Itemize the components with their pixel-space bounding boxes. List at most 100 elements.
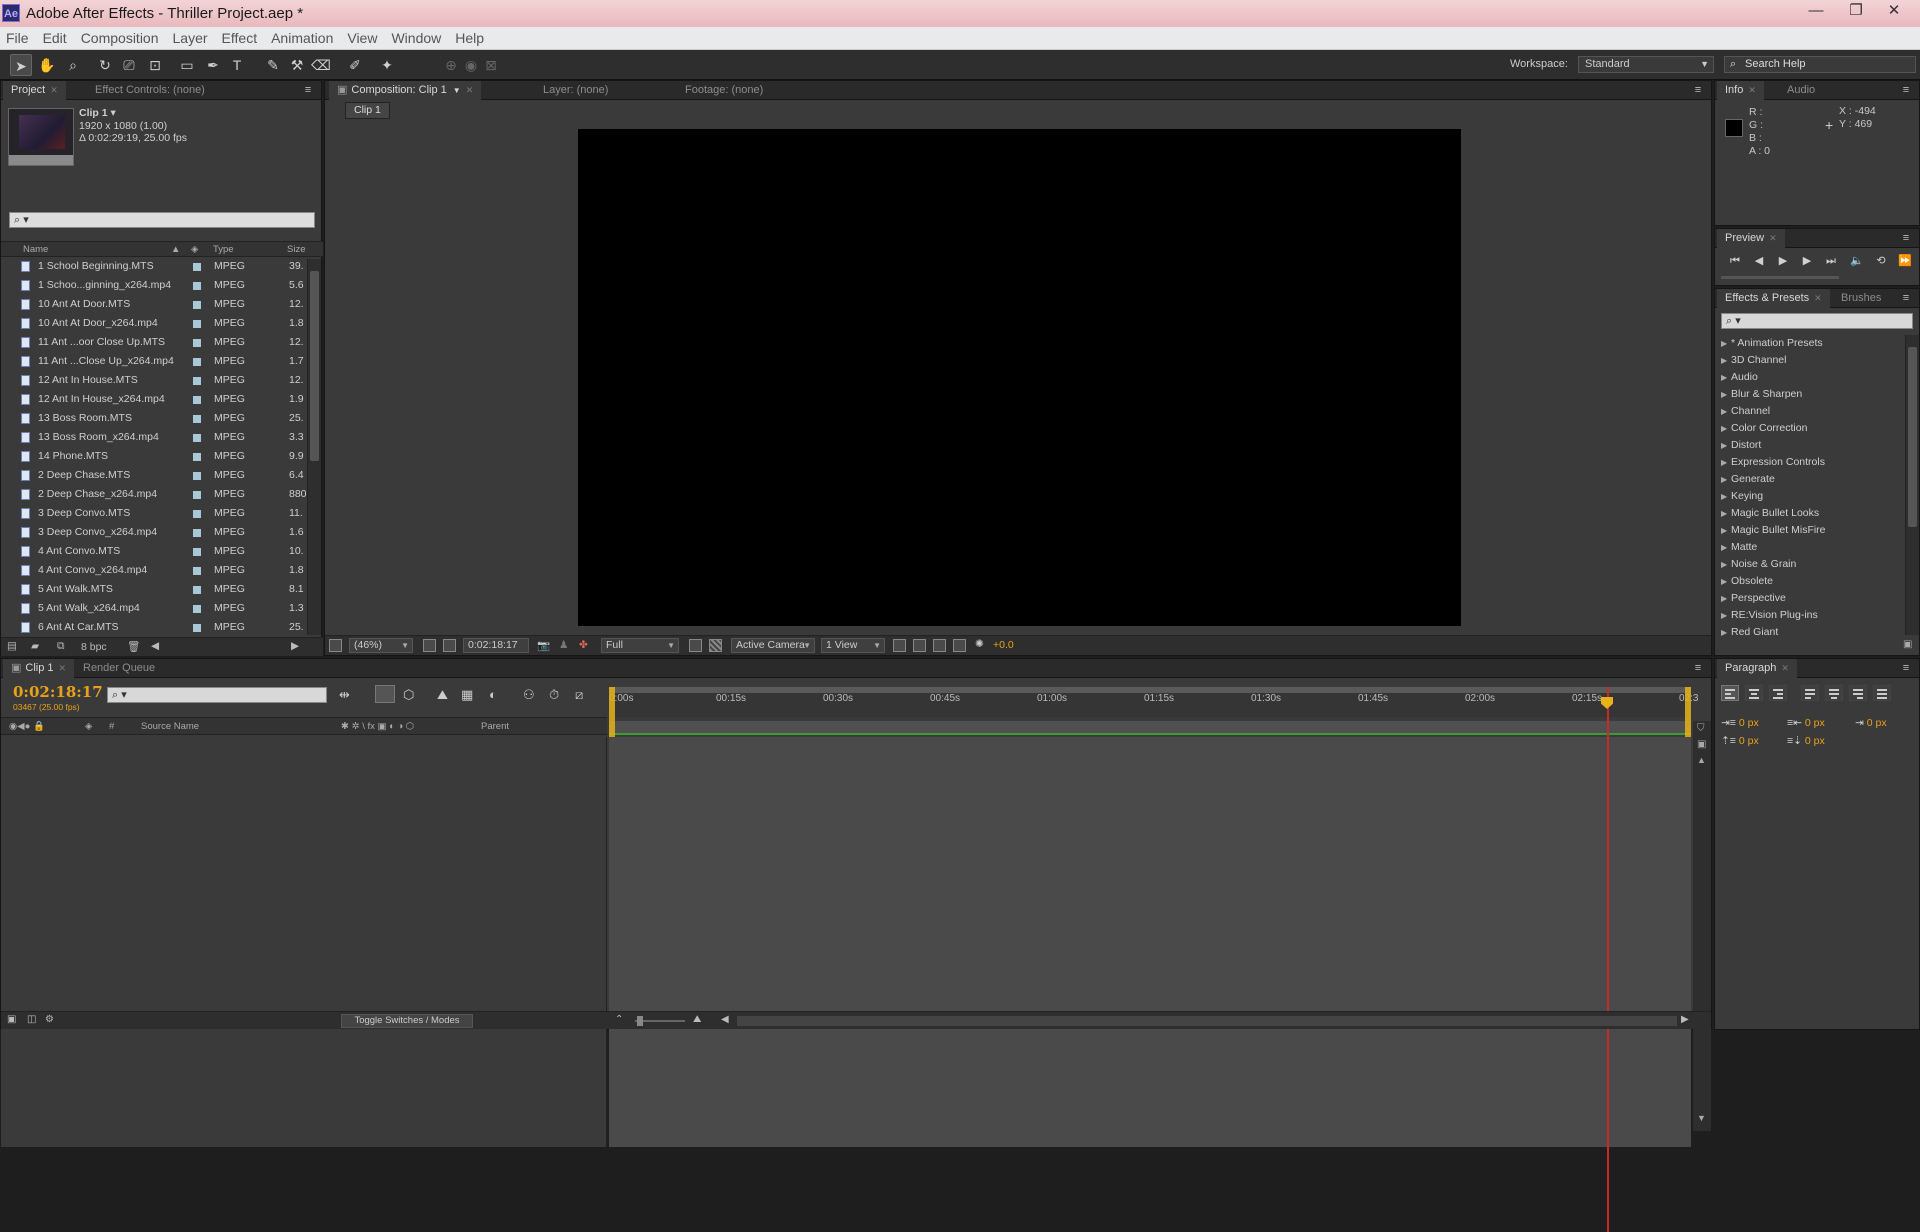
list-item[interactable]: 6 Ant At Car.MTS MPEG 25. [1,618,307,637]
puppet-pin-tool-icon[interactable]: ✦ [376,54,398,76]
transfer-controls-icon[interactable]: ◫ [27,1014,36,1025]
panel-menu-icon[interactable]: ≡ [1899,662,1913,674]
next-frame-icon[interactable]: ▶ [1799,254,1815,268]
label-color-swatch[interactable] [193,415,201,423]
expand-triangle-icon[interactable]: ▶ [1721,420,1731,437]
world-axis-icon[interactable]: ◉ [460,54,482,76]
menu-composition[interactable]: Composition [74,27,166,50]
panel-menu-icon[interactable]: ≡ [1899,84,1913,96]
list-item[interactable]: 14 Phone.MTS MPEG 9.9 [1,447,307,466]
expand-triangle-icon[interactable]: ▶ [1721,556,1731,573]
comp-button-icon[interactable]: ▣ [1697,739,1706,750]
effects-category-item[interactable]: ▶ Magic Bullet MisFire [1721,522,1826,539]
zoom-out-icon[interactable]: ⌃ [615,1014,623,1025]
list-item[interactable]: 13 Boss Room.MTS MPEG 25. [1,409,307,428]
justify-all-icon[interactable] [1873,685,1891,701]
effects-category-item[interactable]: ▶ Perspective [1721,590,1786,607]
list-item[interactable]: 10 Ant At Door.MTS MPEG 12. [1,295,307,314]
comp-marker-icon[interactable]: ⛉ [1697,723,1705,734]
list-item[interactable]: 3 Deep Convo_x264.mp4 MPEG 1.6 [1,523,307,542]
effects-category-item[interactable]: ▶ Magic Bullet Looks [1721,505,1819,522]
label-color-swatch[interactable] [193,434,201,442]
view-axis-icon[interactable]: ⊠ [480,54,502,76]
workspace-dropdown[interactable]: Standard ▼ [1578,56,1714,73]
scroll-down-icon[interactable]: ▼ [1697,1113,1706,1123]
effects-category-item[interactable]: ▶ Color Correction [1721,420,1807,437]
tab-effects-presets[interactable]: Effects & Presets ✕ [1717,289,1830,308]
effects-category-item[interactable]: ▶ Red Giant [1721,624,1778,641]
effects-category-item[interactable]: ▶ Audio [1721,369,1758,386]
label-color-swatch[interactable] [193,529,201,537]
lock-icon[interactable]: ▣ [337,84,347,96]
list-item[interactable]: 4 Ant Convo.MTS MPEG 10. [1,542,307,561]
zoom-in-icon[interactable]: ⛰ [693,1014,701,1025]
tab-effect-controls[interactable]: Effect Controls: (none) [87,81,213,100]
comp-viewer[interactable] [578,129,1461,626]
audio-icon[interactable]: 🔈 [1849,254,1865,268]
label-color-swatch[interactable] [193,320,201,328]
pan-behind-tool-icon[interactable]: ⊡ [144,54,166,76]
align-center-icon[interactable] [1745,685,1763,701]
tab-preview[interactable]: Preview ✕ [1717,229,1785,248]
label-color-swatch[interactable] [193,567,201,575]
timecode-display[interactable]: 0:02:18:17 [463,638,529,653]
justify-center-icon[interactable] [1825,685,1843,701]
timeline-hscroll[interactable] [737,1016,1677,1026]
first-frame-icon[interactable]: ⏮ [1727,254,1743,268]
scroll-right-icon[interactable]: ▶ [1681,1014,1689,1025]
in-out-icon[interactable]: ⚙ [45,1014,54,1025]
effects-category-item[interactable]: ▶ Distort [1721,437,1761,454]
clone-stamp-tool-icon[interactable]: ⚒ [286,54,308,76]
views-dropdown[interactable]: 1 View ▼ [821,638,885,653]
expand-triangle-icon[interactable]: ▶ [1721,488,1731,505]
expand-triangle-icon[interactable]: ▶ [1721,369,1731,386]
label-color-swatch[interactable] [193,339,201,347]
zoom-tool-icon[interactable]: ⌕ [62,54,84,76]
list-item[interactable]: 5 Ant Walk.MTS MPEG 8.1 [1,580,307,599]
align-right-icon[interactable] [1769,685,1787,701]
close-icon[interactable]: ✕ [1769,233,1777,243]
space-before-field[interactable]: ⇡≡ 0 px [1721,735,1759,747]
list-item[interactable]: 4 Ant Convo_x264.mp4 MPEG 1.8 [1,561,307,580]
space-after-value[interactable]: 0 px [1805,735,1825,747]
trash-icon[interactable]: 🗑 [127,640,140,653]
loop-icon[interactable]: ⟲ [1873,254,1889,268]
effects-category-item[interactable]: ▶ 3D Channel [1721,352,1786,369]
label-column-icon[interactable]: ◈ [191,242,198,257]
channel-icon[interactable]: ✤ [579,639,588,651]
label-color-swatch[interactable] [193,358,201,366]
label-color-swatch[interactable] [193,301,201,309]
time-ruler[interactable]: 0:00s 00:15s 00:30s 00:45s 01:00s 01:15s 01:30… [609,687,1698,717]
indent-first-field[interactable]: ⇥ 0 px [1855,717,1887,729]
scroll-up-icon[interactable]: ▲ [1697,755,1706,765]
list-item[interactable]: 10 Ant At Door_x264.mp4 MPEG 1.8 [1,314,307,333]
expand-triangle-icon[interactable]: ▶ [1721,590,1731,607]
expand-triangle-icon[interactable]: ▶ [1721,522,1731,539]
tab-footage[interactable]: Footage: (none) [677,81,771,100]
restore-button[interactable]: ❐ [1838,0,1874,22]
work-area-track[interactable] [609,721,1691,735]
layer-switches-icon[interactable]: ▣ [7,1014,16,1025]
effects-category-item[interactable]: ▶ Expression Controls [1721,454,1825,471]
resolution-dropdown[interactable]: Full ▼ [601,638,679,653]
effects-search-input[interactable]: ⌕ ▾ [1721,313,1913,329]
panel-menu-icon[interactable]: ≡ [1691,84,1705,96]
effects-category-item[interactable]: ▶ Obsolete [1721,573,1773,590]
work-area-start-handle[interactable] [609,687,615,737]
list-item[interactable]: 12 Ant In House.MTS MPEG 12. [1,371,307,390]
transparency-grid-icon[interactable] [709,639,722,652]
list-item[interactable]: 1 Schoo...ginning_x264.mp4 MPEG 5.6 [1,276,307,295]
list-item[interactable]: 11 Ant ...Close Up_x264.mp4 MPEG 1.7 [1,352,307,371]
list-item[interactable]: 2 Deep Chase_x264.mp4 MPEG 880 [1,485,307,504]
search-help-input[interactable]: ⌕ Search Help [1724,56,1916,73]
menu-edit[interactable]: Edit [36,27,74,50]
zoom-dropdown[interactable]: (46%) ▼ [349,638,413,653]
brush-tool-icon[interactable]: ✎ [262,54,284,76]
expand-triangle-icon[interactable]: ▶ [1721,624,1731,641]
last-frame-icon[interactable]: ⏭ [1823,254,1839,268]
list-item[interactable]: 11 Ant ...oor Close Up.MTS MPEG 12. [1,333,307,352]
playhead-line[interactable] [1607,687,1609,1232]
frame-blending-icon[interactable]: ▦ [461,687,473,703]
magnification-icon[interactable] [329,639,342,652]
selection-tool-icon[interactable]: ➤ [10,54,32,76]
